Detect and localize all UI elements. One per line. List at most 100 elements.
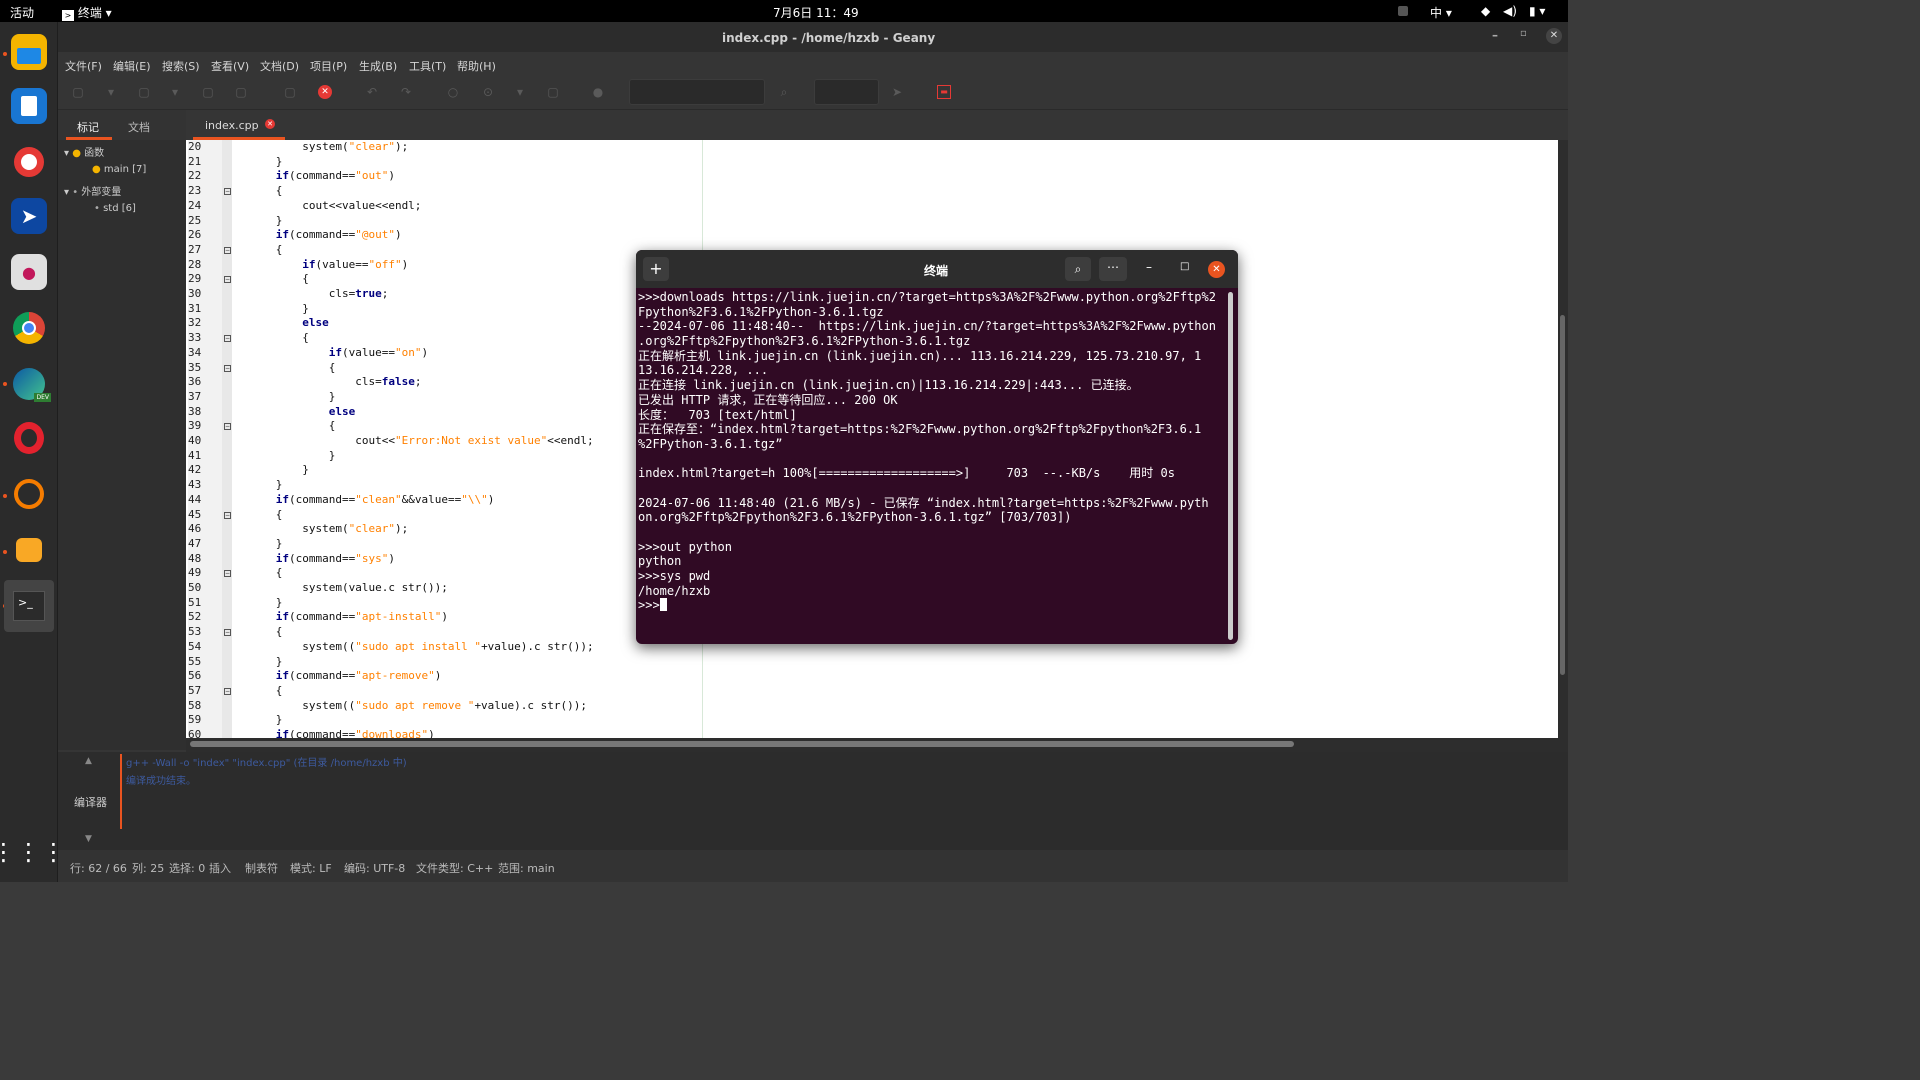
close-file-icon[interactable]: ✕ xyxy=(318,85,332,99)
scroll-down-icon[interactable]: ▼ xyxy=(85,834,92,844)
code-line[interactable]: if(command=="apt-install") xyxy=(236,610,448,625)
search-input[interactable] xyxy=(629,79,765,105)
quit-icon[interactable]: ▬ xyxy=(937,85,951,99)
menu-view[interactable]: 查看(V) xyxy=(211,58,249,74)
vertical-scrollbar[interactable] xyxy=(1558,140,1568,752)
clock[interactable]: 7月6日 11：49 xyxy=(773,4,859,21)
menu-document[interactable]: 文档(D) xyxy=(260,58,299,74)
activities-button[interactable]: 活动 xyxy=(10,4,34,21)
fold-toggle-icon[interactable]: − xyxy=(224,570,231,578)
redo-icon[interactable]: ↷ xyxy=(399,85,413,99)
fold-toggle-icon[interactable]: − xyxy=(224,276,231,284)
new-tab-button[interactable]: + xyxy=(643,257,669,281)
code-line[interactable]: { xyxy=(236,184,283,199)
dropdown-icon[interactable]: ▾ xyxy=(513,85,527,99)
code-line[interactable]: { xyxy=(236,625,283,640)
code-line[interactable]: if(value=="off") xyxy=(236,258,408,273)
scroll-up-icon[interactable]: ▲ xyxy=(85,756,92,766)
remmina-icon[interactable]: ➤ xyxy=(11,198,47,234)
fold-toggle-icon[interactable]: − xyxy=(224,364,231,372)
maximize-button[interactable]: □ xyxy=(1180,261,1189,272)
dropdown-icon[interactable]: ▾ xyxy=(104,85,118,99)
goto-line-input[interactable] xyxy=(814,79,879,105)
terminal-output[interactable]: >>>downloads https://link.juejin.cn/?tar… xyxy=(638,290,1226,640)
close-button[interactable]: ✕ xyxy=(1208,261,1225,278)
code-line[interactable]: { xyxy=(236,361,336,376)
menu-icon[interactable]: ⋯ xyxy=(1099,257,1127,281)
fold-toggle-icon[interactable]: − xyxy=(224,335,231,343)
execute-icon[interactable]: ▢ xyxy=(546,85,560,99)
menu-search[interactable]: 搜索(S) xyxy=(162,58,200,74)
terminal-scrollbar[interactable] xyxy=(1228,292,1233,640)
tab-documents[interactable]: 文档 xyxy=(128,119,150,135)
tray-icon[interactable] xyxy=(1398,6,1408,16)
code-line[interactable]: { xyxy=(236,331,309,346)
menu-tools[interactable]: 工具(T) xyxy=(409,58,446,74)
compiler-tab[interactable]: 编译器 xyxy=(74,794,107,810)
code-line[interactable]: if(command=="apt-remove") xyxy=(236,669,442,684)
update-icon[interactable] xyxy=(11,476,47,512)
code-line[interactable]: cls=false; xyxy=(236,375,421,390)
edge-icon[interactable]: DEV xyxy=(11,366,51,402)
fold-toggle-icon[interactable]: − xyxy=(224,687,231,695)
close-button[interactable]: ✕ xyxy=(1546,28,1562,44)
undo-icon[interactable]: ↶ xyxy=(365,85,379,99)
code-line[interactable]: } xyxy=(236,214,283,229)
code-line[interactable]: } xyxy=(236,713,283,728)
code-line[interactable]: } xyxy=(236,596,283,611)
open-file-icon[interactable]: ▢ xyxy=(137,85,151,99)
code-line[interactable]: } xyxy=(236,478,283,493)
search-icon[interactable]: ⌕ xyxy=(1065,257,1091,281)
menu-help[interactable]: 帮助(H) xyxy=(457,58,496,74)
files-icon[interactable] xyxy=(11,34,47,70)
code-line[interactable]: system("clear"); xyxy=(236,522,408,537)
scrollbar-thumb[interactable] xyxy=(190,741,1294,747)
minimize-button[interactable]: – xyxy=(1146,260,1152,274)
battery-icon[interactable]: ▮ ▾ xyxy=(1529,4,1545,18)
code-line[interactable]: { xyxy=(236,566,283,581)
tree-item-std[interactable]: • std [6] xyxy=(94,203,136,214)
code-line[interactable]: system(("sudo apt install "+value).c str… xyxy=(236,640,593,655)
build-icon[interactable]: ⊙ xyxy=(481,85,495,99)
code-line[interactable]: cls=true; xyxy=(236,287,389,302)
help-icon[interactable] xyxy=(11,144,47,180)
tab-symbols[interactable]: 标记 xyxy=(77,119,99,135)
fold-toggle-icon[interactable]: − xyxy=(224,423,231,431)
terminal-window[interactable]: + 终端 ⌕ ⋯ – □ ✕ >>>downloads https://link… xyxy=(636,250,1238,644)
revert-icon[interactable]: ▢ xyxy=(283,85,297,99)
save-all-icon[interactable]: ▢ xyxy=(234,85,248,99)
search-icon[interactable]: ⌕ xyxy=(777,85,791,99)
fold-toggle-icon[interactable]: − xyxy=(224,188,231,196)
dropdown-icon[interactable]: ▾ xyxy=(168,85,182,99)
compile-icon[interactable]: ○ xyxy=(446,85,460,99)
fold-toggle-icon[interactable]: − xyxy=(224,629,231,637)
chrome-icon[interactable] xyxy=(11,310,47,346)
code-line[interactable]: } xyxy=(236,302,309,317)
code-line[interactable]: if(command=="clean"&&value=="\\") xyxy=(236,493,495,508)
close-tab-icon[interactable]: ✕ xyxy=(265,119,275,129)
code-line[interactable]: { xyxy=(236,243,283,258)
menu-file[interactable]: 文件(F) xyxy=(65,58,102,74)
code-line[interactable]: system("clear"); xyxy=(236,140,408,155)
code-line[interactable]: cout<<value<<endl; xyxy=(236,199,421,214)
code-line[interactable]: } xyxy=(236,463,309,478)
code-line[interactable]: if(command=="out") xyxy=(236,169,395,184)
code-line[interactable]: cout<<"Error:Not exist value"<<endl; xyxy=(236,434,593,449)
code-line[interactable]: } xyxy=(236,537,283,552)
app-menu[interactable]: > 终端 ▾ xyxy=(62,4,112,21)
input-method[interactable]: 中 ▾ xyxy=(1430,4,1452,21)
terminal-icon[interactable]: >_ xyxy=(4,580,54,632)
fold-margin[interactable]: − − − − − − − − − − xyxy=(222,140,232,738)
apps-grid-icon[interactable]: ⋮⋮⋮ xyxy=(0,834,66,870)
geany-icon[interactable] xyxy=(11,532,47,568)
wifi-icon[interactable]: ◆ xyxy=(1481,4,1490,18)
scrollbar-thumb[interactable] xyxy=(1560,315,1565,675)
code-line[interactable]: } xyxy=(236,449,336,464)
editor-tab[interactable]: index.cpp ✕ xyxy=(193,110,285,140)
code-line[interactable]: } xyxy=(236,390,336,405)
writer-icon[interactable] xyxy=(11,88,47,124)
code-line[interactable]: } xyxy=(236,655,283,670)
menu-edit[interactable]: 编辑(E) xyxy=(113,58,151,74)
code-line[interactable]: { xyxy=(236,272,309,287)
code-line[interactable]: { xyxy=(236,684,283,699)
